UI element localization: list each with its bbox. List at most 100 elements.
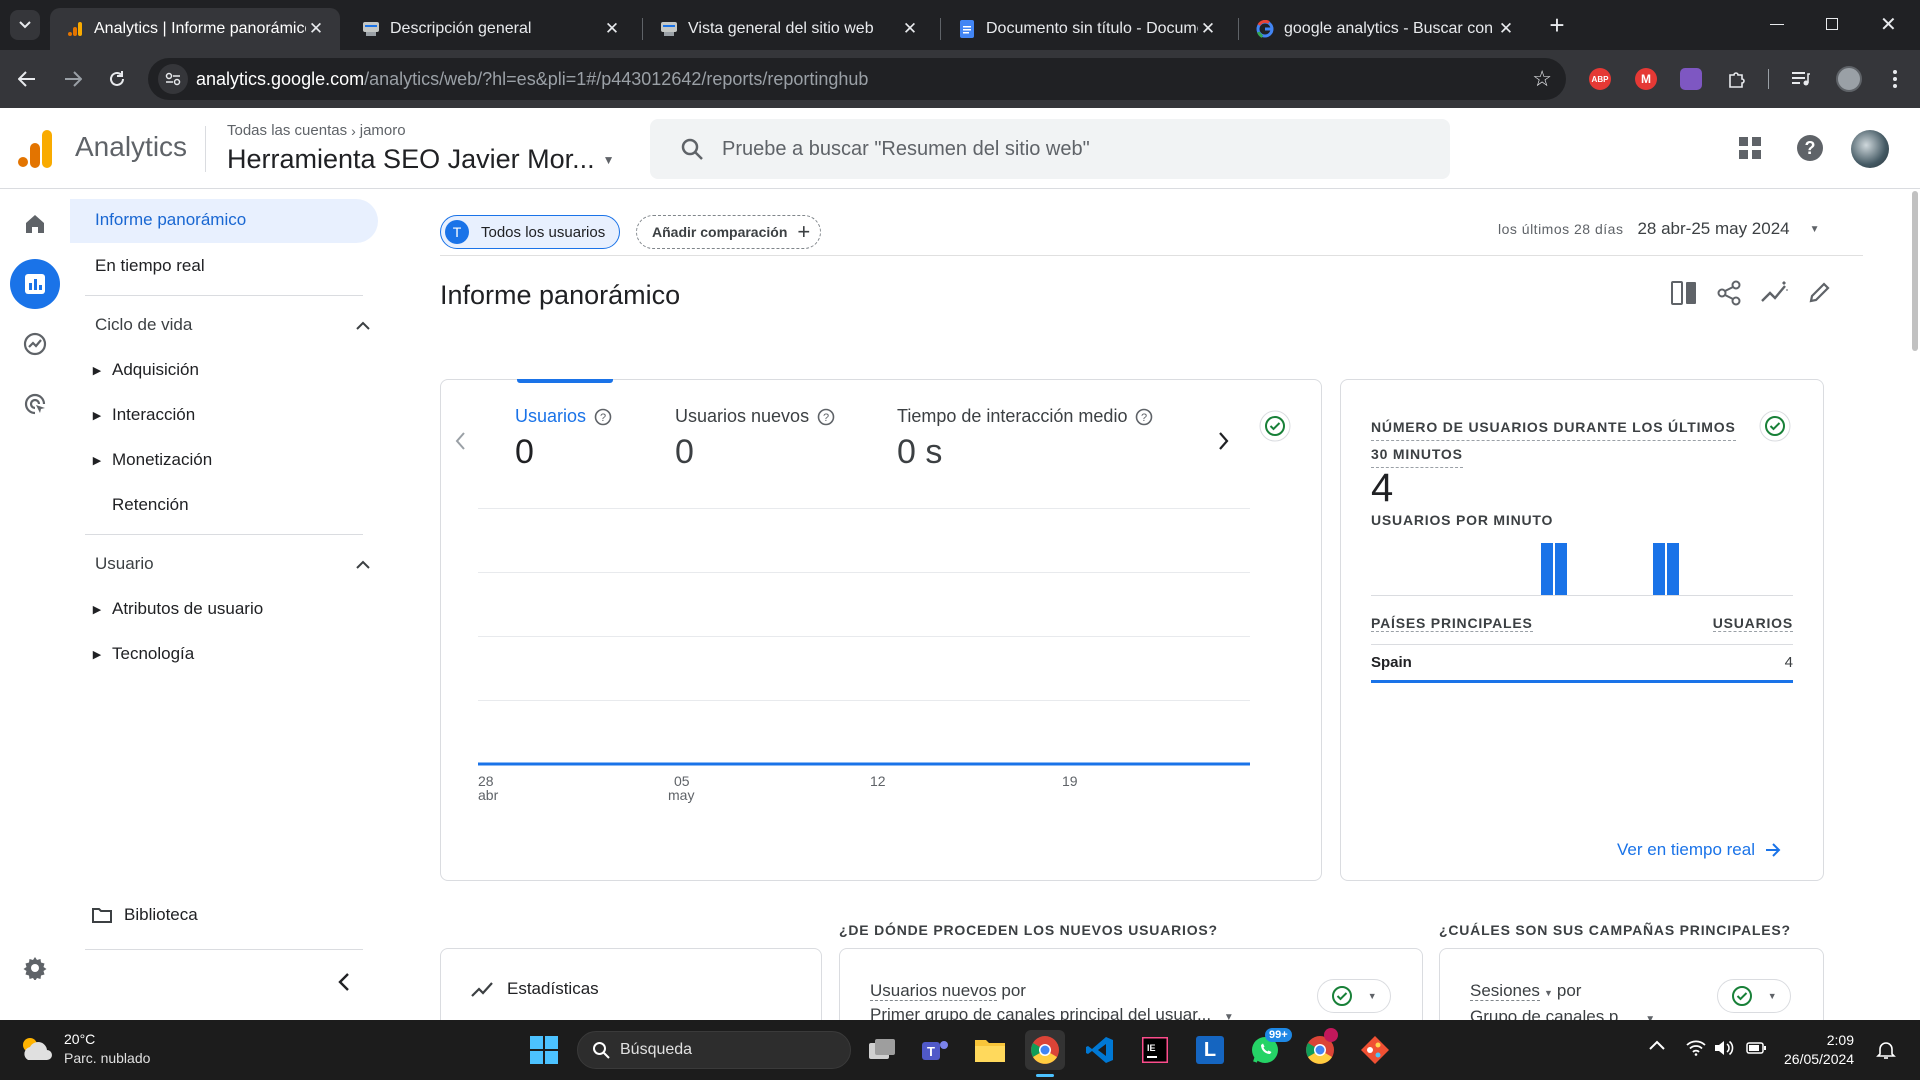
whatsapp-icon[interactable]: 99+ (1245, 1028, 1292, 1070)
tab-analytics[interactable]: Analytics | Informe panorámico ✕ (50, 8, 340, 50)
close-tab-icon[interactable]: ✕ (900, 19, 920, 39)
nav-item-engagement[interactable]: ▶ Interacción (82, 405, 195, 425)
taskbar-search-box[interactable]: Búsqueda (577, 1031, 851, 1069)
advertising-icon[interactable] (10, 379, 60, 429)
prev-metrics-button[interactable] (455, 432, 465, 450)
data-quality-check-icon[interactable] (1759, 410, 1791, 442)
mega-extension-icon[interactable]: M (1635, 68, 1657, 90)
minute-bar[interactable] (1667, 543, 1680, 595)
next-metrics-button[interactable] (1219, 432, 1229, 450)
close-tab-icon[interactable]: ✕ (306, 19, 326, 39)
help-circle-icon[interactable]: ? (594, 408, 612, 426)
explore-icon[interactable] (10, 319, 60, 369)
breadcrumb[interactable]: Todas las cuentas › jamoro (227, 122, 406, 139)
file-explorer-icon[interactable] (970, 1030, 1010, 1070)
metric-new-users[interactable]: Usuarios nuevos ? 0 (675, 406, 835, 472)
apps-grid-icon[interactable] (1739, 137, 1761, 159)
customize-report-icon[interactable] (1671, 281, 1697, 305)
help-circle-icon[interactable]: ? (1135, 408, 1153, 426)
metric-avg-engagement-time[interactable]: Tiempo de interacción medio ? 0 s (897, 406, 1153, 472)
data-quality-dropdown[interactable]: ▼ (1317, 979, 1391, 1013)
tab-google-docs[interactable]: Documento sin título - Documentos ✕ (942, 8, 1232, 50)
search-bar[interactable]: Pruebe a buscar "Resumen del sitio web" (650, 119, 1450, 179)
data-quality-dropdown[interactable]: ▼ (1717, 979, 1791, 1013)
address-bar[interactable]: analytics.google.com/analytics/web/?hl=e… (148, 58, 1566, 100)
metric-dimension-selector[interactable]: Sesiones ▼ por Grupo de canales p... ▼ (1470, 979, 1655, 1020)
close-window-icon[interactable]: ✕ (1880, 12, 1897, 37)
share-icon[interactable] (1717, 280, 1741, 306)
chrome-profile-icon[interactable] (1300, 1028, 1340, 1070)
site-settings-icon[interactable] (158, 64, 188, 94)
help-circle-icon[interactable]: ? (817, 408, 835, 426)
profile-avatar[interactable] (1836, 66, 1862, 92)
media-control-icon[interactable] (1786, 64, 1816, 94)
nav-item-user-attributes[interactable]: ▶ Atributos de usuario (82, 599, 263, 619)
nav-item-realtime[interactable]: En tiempo real (95, 256, 205, 276)
analytics-logo-icon[interactable] (18, 130, 52, 168)
minute-bar[interactable] (1653, 543, 1666, 595)
view-realtime-link[interactable]: Ver en tiempo real (1617, 840, 1781, 860)
nav-item-library[interactable]: Biblioteca (92, 905, 198, 925)
page-scrollbar-thumb[interactable] (1912, 191, 1918, 351)
adblock-extension-icon[interactable]: ABP (1589, 68, 1611, 90)
vscode-icon[interactable] (1080, 1030, 1120, 1070)
chrome-icon[interactable] (1025, 1030, 1065, 1070)
nav-item-monetization[interactable]: ▶ Monetización (82, 450, 212, 470)
home-icon[interactable] (10, 199, 60, 249)
l-app-icon[interactable]: L (1190, 1030, 1230, 1070)
nav-item-acquisition[interactable]: ▶ Adquisición (82, 360, 199, 380)
country-row[interactable]: Spain 4 (1371, 654, 1793, 671)
tab-search-console-site[interactable]: Vista general del sitio web ✕ (644, 8, 934, 50)
volume-icon[interactable] (1714, 1039, 1734, 1057)
close-tab-icon[interactable]: ✕ (602, 19, 622, 39)
close-tab-icon[interactable]: ✕ (1496, 19, 1516, 39)
date-range-picker[interactable]: los últimos 28 días 28 abr-25 may 2024 ▼ (1498, 219, 1820, 239)
edit-pencil-icon[interactable] (1809, 281, 1831, 303)
insights-header[interactable]: Estadísticas (471, 979, 599, 999)
account-avatar[interactable] (1851, 130, 1889, 168)
data-quality-check-icon[interactable] (1259, 410, 1291, 442)
task-view-icon[interactable] (862, 1030, 902, 1070)
forward-button[interactable] (58, 64, 88, 94)
bookmark-star-icon[interactable]: ☆ (1532, 66, 1552, 92)
new-tab-button[interactable]: + (1542, 12, 1572, 40)
back-button[interactable] (12, 64, 42, 94)
system-clock[interactable]: 2:09 26/05/2024 (1784, 1031, 1854, 1069)
settings-gear-icon[interactable] (10, 943, 60, 993)
nav-section-user[interactable]: Usuario (95, 554, 370, 574)
tab-google-search[interactable]: google analytics - Buscar con Google ✕ (1240, 8, 1530, 50)
close-tab-icon[interactable]: ✕ (1198, 19, 1218, 39)
collapse-nav-button[interactable] (338, 973, 349, 991)
nav-item-technology[interactable]: ▶ Tecnología (82, 644, 194, 664)
insights-sparkline-icon[interactable] (1761, 281, 1789, 305)
restore-window-icon[interactable] (1826, 18, 1838, 30)
minute-bar[interactable] (1540, 543, 1553, 595)
git-kraken-icon[interactable] (1355, 1030, 1395, 1070)
weather-widget[interactable]: 20°C Parc. nublado (18, 1030, 150, 1068)
minimize-window-icon[interactable] (1770, 24, 1784, 25)
metric-dimension-selector[interactable]: Usuarios nuevos por Primer grupo de cana… (870, 979, 1234, 1020)
help-icon[interactable]: ? (1797, 135, 1823, 161)
comparison-chip-all-users[interactable]: T Todos los usuarios (440, 215, 621, 249)
nav-section-lifecycle[interactable]: Ciclo de vida (95, 315, 370, 335)
jetbrains-icon[interactable]: IE (1135, 1030, 1175, 1070)
tab-search-console-overview[interactable]: Descripción general ✕ (346, 8, 636, 50)
extensions-puzzle-icon[interactable] (1722, 64, 1752, 94)
property-selector[interactable]: Herramienta SEO Javier Mor... ▼ (227, 144, 615, 175)
nav-item-overview[interactable]: Informe panorámico (95, 210, 246, 230)
browser-menu-icon[interactable] (1880, 64, 1910, 94)
nav-item-retention[interactable]: Retención (112, 495, 189, 515)
add-comparison-button[interactable]: Añadir comparación + (636, 215, 822, 249)
show-hidden-icons[interactable] (1649, 1040, 1665, 1050)
teams-icon[interactable]: T (915, 1030, 955, 1070)
minute-bar[interactable] (1554, 543, 1567, 595)
battery-icon[interactable] (1746, 1042, 1766, 1054)
notifications-bell-icon[interactable] (1876, 1040, 1896, 1060)
metric-users[interactable]: Usuarios ? 0 (515, 406, 612, 472)
tab-search-button[interactable] (10, 10, 40, 40)
wifi-icon[interactable] (1686, 1040, 1706, 1056)
reload-button[interactable] (102, 64, 132, 94)
start-button[interactable] (524, 1030, 564, 1070)
reports-icon[interactable] (10, 259, 60, 309)
purple-extension-icon[interactable] (1680, 68, 1702, 90)
